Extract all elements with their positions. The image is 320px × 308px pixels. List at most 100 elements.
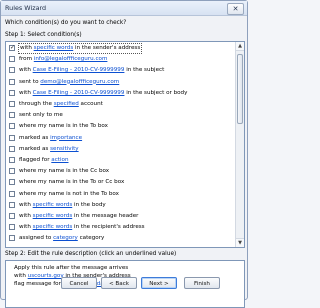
underlined-value-link[interactable]: action	[51, 157, 68, 163]
condition-row[interactable]: ✓ with specific words in the sender's add…	[6, 43, 236, 54]
condition-checkbox[interactable]	[9, 157, 15, 163]
underlined-value-link[interactable]: uscourts.gov	[28, 273, 64, 279]
step2-label: Step 2: Edit the rule description (click…	[5, 251, 177, 257]
condition-checkbox[interactable]	[9, 89, 15, 96]
condition-label: where my name is in the Cc box	[19, 167, 109, 176]
condition-row[interactable]: with specific words in the message heade…	[6, 212, 236, 221]
underlined-value-link[interactable]: sensitivity	[50, 146, 79, 152]
condition-label: where my name is in the To box	[19, 122, 108, 131]
condition-label: sent only to me	[19, 111, 63, 120]
condition-row[interactable]: assigned to category category	[6, 234, 236, 243]
condition-checkbox[interactable]	[9, 179, 15, 186]
condition-row[interactable]: marked as importance	[6, 134, 236, 143]
underlined-value-link[interactable]: importance	[50, 135, 82, 141]
condition-checkbox[interactable]	[9, 112, 15, 119]
condition-label: flagged for action	[19, 156, 69, 165]
text-segment: in the subject	[124, 67, 165, 74]
scroll-thumb[interactable]	[237, 54, 243, 124]
text-segment: Apply this rule after the message arrive…	[14, 265, 129, 271]
text-segment: with	[19, 89, 33, 96]
finish-button[interactable]: Finish	[184, 277, 220, 289]
close-button[interactable]: ✕	[227, 3, 244, 15]
checkmark-icon: ✓	[10, 44, 16, 51]
condition-row[interactable]: from info@legaloffficeguru.com	[6, 55, 236, 64]
condition-label: with Case E-Filing - 2010-CV-9999999 in …	[19, 89, 187, 98]
text-segment: sent to	[19, 78, 41, 85]
condition-row[interactable]: flagged for action	[6, 156, 236, 165]
condition-label: assigned to category category	[19, 234, 104, 243]
condition-checkbox[interactable]	[9, 201, 15, 208]
description-line: Apply this rule after the message arrive…	[14, 265, 128, 271]
condition-row[interactable]: sent to demo@legaloffficeguru.com	[6, 78, 236, 87]
condition-row[interactable]: with Case E-Filing - 2010-CV-9999999 in …	[6, 89, 236, 98]
condition-checkbox[interactable]	[9, 134, 15, 141]
condition-label: with specific words in the sender's addr…	[17, 43, 143, 54]
underlined-value-link[interactable]: specific words	[33, 224, 73, 230]
text-segment: where my name is in the To or Cc box	[19, 179, 125, 186]
text-segment: where my name is in the To box	[19, 123, 108, 130]
back-button[interactable]: < Back	[101, 277, 137, 289]
underlined-value-link[interactable]: Case E-Filing - 2010-CV-9999999	[33, 67, 125, 73]
text-segment: flagged for	[19, 157, 52, 163]
underlined-value-link[interactable]: demo@legaloffficeguru.com	[40, 79, 119, 85]
condition-label: with Case E-Filing - 2010-CV-9999999 in …	[19, 66, 164, 75]
underlined-value-link[interactable]: info@legaloffficeguru.com	[34, 56, 108, 62]
next-button[interactable]: Next >	[141, 277, 177, 289]
text-segment: with	[19, 67, 33, 74]
text-segment: in the subject or body	[124, 89, 188, 96]
underlined-value-link[interactable]: specific words	[33, 213, 73, 219]
underlined-value-link[interactable]: category	[53, 235, 78, 241]
text-segment: through the	[19, 101, 54, 107]
text-segment: with	[20, 45, 34, 51]
condition-checkbox[interactable]: ✓	[9, 44, 16, 51]
condition-checkbox[interactable]	[9, 101, 15, 107]
condition-label: sent to demo@legaloffficeguru.com	[19, 78, 119, 87]
text-segment: with	[14, 273, 28, 279]
condition-checkbox[interactable]	[9, 168, 15, 175]
condition-checkbox[interactable]	[9, 224, 15, 231]
text-segment: from	[19, 56, 34, 63]
condition-row[interactable]: marked as sensitivity	[6, 145, 236, 154]
cancel-button[interactable]: Cancel	[61, 277, 97, 289]
condition-row[interactable]: through the specified account	[6, 100, 236, 109]
condition-checkbox[interactable]	[9, 190, 15, 197]
condition-checkbox[interactable]	[9, 78, 15, 85]
condition-label: with specific words in the message heade…	[19, 212, 138, 221]
condition-row[interactable]: with specific words in the recipient's a…	[6, 223, 236, 232]
condition-label: through the specified account	[19, 100, 103, 109]
condition-row[interactable]: where my name is in the To or Cc box	[6, 178, 236, 187]
window-title: Rules Wizard	[5, 4, 47, 12]
underlined-value-link[interactable]: specified	[54, 101, 79, 107]
condition-row[interactable]: with Case E-Filing - 2010-CV-9999999 in …	[6, 66, 236, 75]
condition-label: where my name is not in the To box	[19, 190, 119, 199]
condition-checkbox[interactable]	[9, 56, 15, 63]
condition-row[interactable]: sent only to me	[6, 111, 236, 120]
condition-row[interactable]: with specific words in the body	[6, 201, 236, 210]
title-bar: Rules Wizard ✕	[1, 1, 247, 16]
text-segment: category	[77, 235, 105, 242]
underlined-value-link[interactable]: Case E-Filing - 2010-CV-9999999	[33, 90, 125, 96]
scroll-down-arrow[interactable]: ▼	[236, 238, 244, 247]
condition-checkbox[interactable]	[9, 235, 15, 242]
condition-label: where my name is in the To or Cc box	[19, 178, 124, 187]
text-segment: flag message for	[14, 281, 63, 287]
underlined-value-link[interactable]: specific words	[33, 202, 73, 208]
condition-checkbox[interactable]	[9, 123, 15, 130]
text-segment: where my name is in the Cc box	[19, 168, 110, 175]
text-segment: assigned to	[19, 235, 54, 242]
condition-checkbox[interactable]	[9, 145, 15, 152]
text-segment: in the sender's address	[73, 45, 141, 51]
conditions-list[interactable]: ✓ with specific words in the sender's add…	[5, 41, 245, 248]
condition-row[interactable]: where my name is in the To box	[6, 122, 236, 131]
condition-row[interactable]: where my name is in the Cc box	[6, 167, 236, 176]
underlined-value-link[interactable]: specific words	[34, 45, 74, 51]
conditions-scrollbar[interactable]: ▲ ▼	[235, 42, 244, 247]
step1-label: Step 1: Select condition(s)	[5, 32, 82, 38]
text-segment: in the message header	[72, 213, 139, 219]
condition-checkbox[interactable]	[9, 213, 15, 219]
scroll-up-arrow[interactable]: ▲	[236, 42, 244, 51]
condition-label: from info@legaloffficeguru.com	[19, 55, 107, 64]
text-segment: with	[19, 213, 33, 219]
condition-row[interactable]: where my name is not in the To box	[6, 190, 236, 199]
condition-checkbox[interactable]	[9, 67, 15, 74]
